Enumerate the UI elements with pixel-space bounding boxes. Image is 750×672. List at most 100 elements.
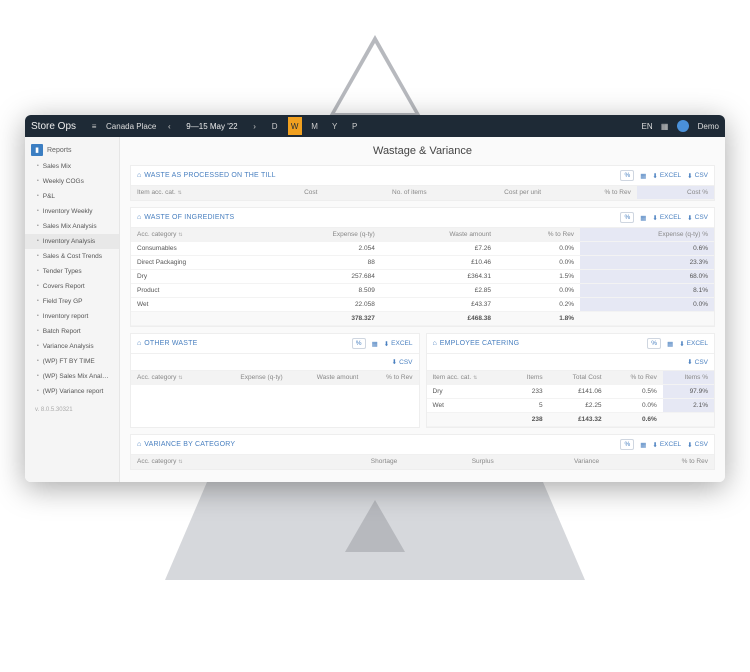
sidebar-item[interactable]: P&L <box>25 189 119 204</box>
sidebar-item[interactable]: Inventory report <box>25 309 119 324</box>
variance-table: Acc. category⇅ Shortage Surplus Variance… <box>131 455 714 469</box>
sort-icon[interactable]: ⇅ <box>178 459 182 465</box>
grid-icon[interactable]: ▦ <box>640 172 646 180</box>
sidebar-item[interactable]: Batch Report <box>25 324 119 339</box>
sidebar-item[interactable]: Sales Mix <box>25 159 119 174</box>
col[interactable]: Variance <box>500 455 605 469</box>
col[interactable]: Waste amount <box>289 371 365 385</box>
col[interactable]: Item acc. cat.⇅ <box>131 186 264 200</box>
panel-ingredients: ⌂ WASTE OF INGREDIENTS % ▦ ⬇ EXCEL ⬇ CSV… <box>130 207 715 327</box>
col[interactable]: Expense (q-ty) <box>212 371 289 385</box>
export-excel[interactable]: ⬇EXCEL <box>384 340 413 348</box>
grid-icon[interactable]: ▦ <box>667 340 673 348</box>
prev-period-button[interactable]: ‹ <box>162 119 176 133</box>
col[interactable]: Cost % <box>637 186 714 200</box>
bg-triangle-small <box>345 500 405 552</box>
export-excel[interactable]: ⬇ EXCEL <box>652 214 681 222</box>
export-csv[interactable]: ⬇ CSV <box>687 214 708 222</box>
next-period-button[interactable]: › <box>248 119 262 133</box>
export-csv[interactable]: ⬇CSV <box>392 358 413 366</box>
col[interactable]: Cost <box>264 186 323 200</box>
col[interactable]: Cost per unit <box>433 186 547 200</box>
col[interactable]: Items % <box>663 371 714 385</box>
col[interactable]: % to Rev <box>497 228 580 242</box>
col[interactable]: % to Rev <box>364 371 418 385</box>
home-icon[interactable]: ⌂ <box>433 340 437 347</box>
table-row: Wet22.058£43.370.2%0.0% <box>131 298 714 312</box>
col[interactable]: Shortage <box>294 455 403 469</box>
period-d[interactable]: D <box>268 117 282 135</box>
home-icon[interactable]: ⌂ <box>137 340 141 347</box>
sort-icon[interactable]: ⇅ <box>178 232 182 238</box>
col[interactable]: Item acc. cat.⇅ <box>427 371 509 385</box>
col[interactable]: Expense (q-ty) % <box>580 228 714 242</box>
apps-icon[interactable]: ▦ <box>659 120 671 132</box>
col[interactable]: % to Rev <box>605 455 714 469</box>
panel-title: WASTE OF INGREDIENTS <box>144 214 234 221</box>
sidebar-item[interactable]: Field Trey GP <box>25 294 119 309</box>
col[interactable]: Acc. category⇅ <box>131 371 212 385</box>
col[interactable]: No. of items <box>323 186 432 200</box>
panel-variance: ⌂ VARIANCE BY CATEGORY % ▦ ⬇ EXCEL ⬇ CSV… <box>130 434 715 470</box>
export-excel[interactable]: ⬇ EXCEL <box>652 172 681 180</box>
col[interactable]: Surplus <box>403 455 500 469</box>
export-csv[interactable]: ⬇ CSV <box>687 441 708 449</box>
other-table: Acc. category⇅ Expense (q-ty) Waste amou… <box>131 371 419 385</box>
col[interactable]: Total Cost <box>549 371 608 385</box>
sort-icon[interactable]: ⇅ <box>178 375 182 381</box>
panel-title: EMPLOYEE CATERING <box>440 340 520 347</box>
home-icon[interactable]: ⌂ <box>137 172 141 179</box>
app-window: Store Ops ≡ Canada Place ‹ 9—15 May '22 … <box>25 115 725 482</box>
sidebar-item[interactable]: Inventory Analysis <box>25 234 119 249</box>
sidebar-item[interactable]: Sales & Cost Trends <box>25 249 119 264</box>
col[interactable]: Waste amount <box>381 228 497 242</box>
sidebar-item[interactable]: Weekly COGs <box>25 174 119 189</box>
language-selector[interactable]: EN <box>642 122 653 131</box>
percent-toggle[interactable]: % <box>620 170 634 181</box>
period-p[interactable]: P <box>348 117 362 135</box>
sidebar-heading-label: Reports <box>47 147 72 154</box>
date-range[interactable]: 9—15 May '22 <box>182 122 241 131</box>
period-w[interactable]: W <box>288 117 302 135</box>
sidebar-item[interactable]: Variance Analysis <box>25 339 119 354</box>
export-csv[interactable]: ⬇CSV <box>687 358 708 366</box>
avatar[interactable] <box>677 120 689 132</box>
period-m[interactable]: M <box>308 117 322 135</box>
sidebar-item[interactable]: Sales Mix Analysis <box>25 219 119 234</box>
panel-till: ⌂ WASTE AS PROCESSED ON THE TILL % ▦ ⬇ E… <box>130 165 715 201</box>
col[interactable]: Acc. category⇅ <box>131 228 263 242</box>
sidebar-item[interactable]: Covers Report <box>25 279 119 294</box>
sidebar: ▮ Reports Sales Mix Weekly COGs P&L Inve… <box>25 137 120 482</box>
home-icon[interactable]: ⌂ <box>137 441 141 448</box>
reports-icon: ▮ <box>31 144 43 156</box>
sidebar-item[interactable]: Inventory Weekly <box>25 204 119 219</box>
col[interactable]: Acc. category⇅ <box>131 455 294 469</box>
user-name[interactable]: Demo <box>698 122 719 131</box>
sidebar-item[interactable]: (WP) Variance report <box>25 384 119 399</box>
percent-toggle[interactable]: % <box>620 439 634 450</box>
percent-toggle[interactable]: % <box>647 338 661 349</box>
export-csv[interactable]: ⬇ CSV <box>687 172 708 180</box>
location-selector[interactable]: Canada Place <box>106 122 156 131</box>
period-y[interactable]: Y <box>328 117 342 135</box>
home-icon[interactable]: ⌂ <box>137 214 141 221</box>
percent-toggle[interactable]: % <box>352 338 366 349</box>
col[interactable]: % to Rev <box>608 371 663 385</box>
col[interactable]: Items <box>508 371 548 385</box>
col[interactable]: Expense (q-ty) <box>263 228 380 242</box>
panel-other-waste: ⌂ OTHER WASTE % ▦ ⬇EXCEL ⬇CSV Acc. ca <box>130 333 420 428</box>
export-excel[interactable]: ⬇EXCEL <box>679 340 708 348</box>
sidebar-item[interactable]: (WP) Sales Mix Analysis <box>25 369 119 384</box>
percent-toggle[interactable]: % <box>620 212 634 223</box>
sidebar-item[interactable]: (WP) FT BY TIME <box>25 354 119 369</box>
app-header: Store Ops ≡ Canada Place ‹ 9—15 May '22 … <box>25 115 725 137</box>
sort-icon[interactable]: ⇅ <box>473 375 477 381</box>
col[interactable]: % to Rev <box>547 186 637 200</box>
grid-icon[interactable]: ▦ <box>372 340 378 348</box>
grid-icon[interactable]: ▦ <box>640 214 646 222</box>
sort-icon[interactable]: ⇅ <box>178 190 182 196</box>
sidebar-item[interactable]: Tender Types <box>25 264 119 279</box>
menu-icon[interactable]: ≡ <box>88 120 100 132</box>
grid-icon[interactable]: ▦ <box>640 441 646 449</box>
export-excel[interactable]: ⬇ EXCEL <box>652 441 681 449</box>
